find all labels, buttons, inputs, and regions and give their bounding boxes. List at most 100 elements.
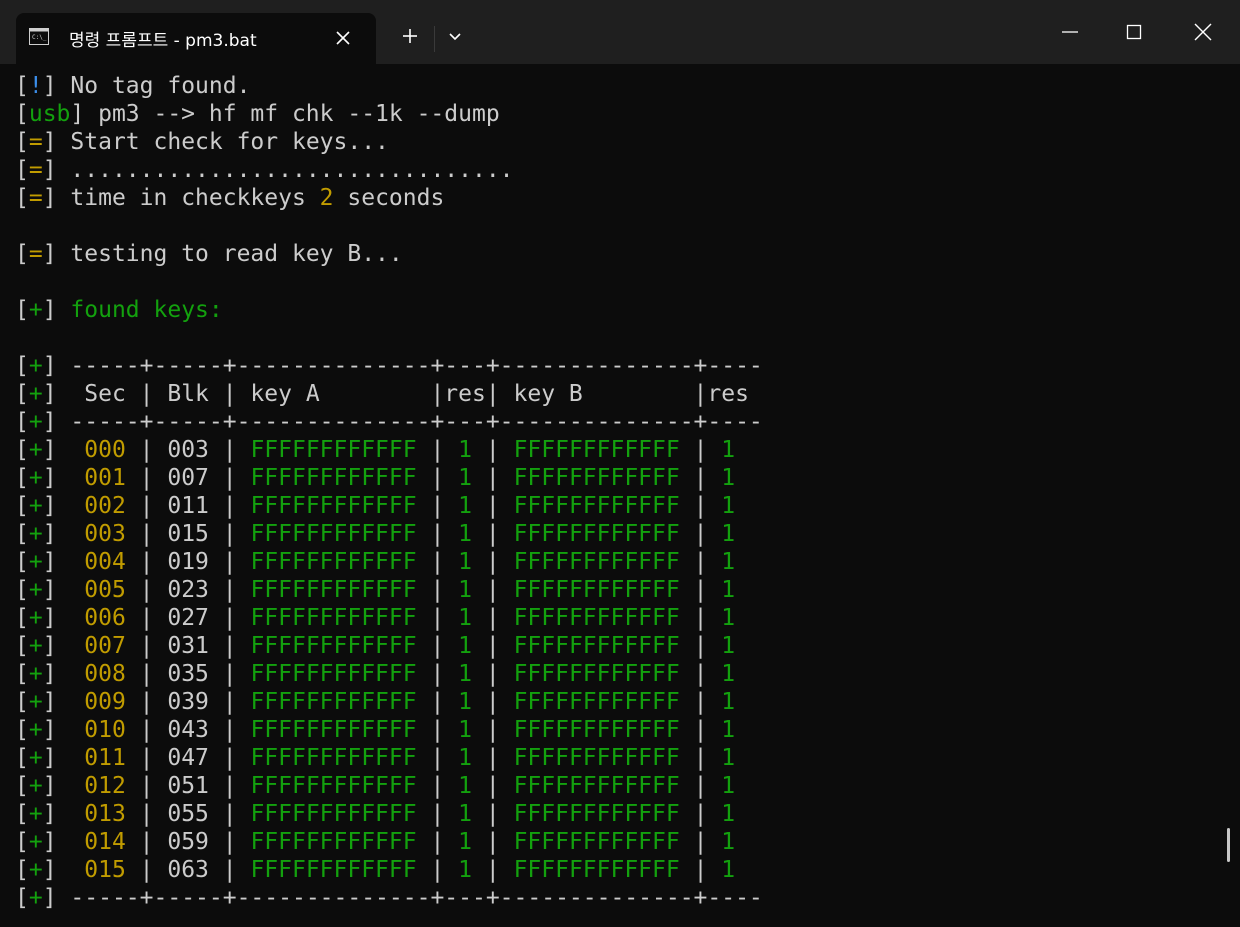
terminal-segment: FFFFFFFFFFFF	[513, 745, 680, 771]
terminal-segment: FFFFFFFFFFFF	[513, 549, 680, 575]
terminal-segment: |	[472, 437, 514, 463]
terminal-segment: |	[416, 857, 459, 883]
terminal-segment: 011	[84, 745, 126, 771]
terminal-segment: ] Start check for keys...	[42, 129, 389, 155]
close-icon[interactable]	[332, 27, 354, 49]
terminal-segment: FFFFFFFFFFFF	[250, 801, 417, 827]
maximize-icon[interactable]	[1120, 18, 1148, 46]
terminal-segment: |	[416, 633, 459, 659]
terminal-segment: FFFFFFFFFFFF	[250, 605, 417, 631]
terminal-segment: +	[28, 605, 43, 631]
chevron-down-icon[interactable]	[443, 24, 467, 48]
terminal-segment: FFFFFFFFFFFF	[513, 857, 680, 883]
terminal-segment: [	[15, 297, 29, 323]
terminal-segment: ]	[42, 717, 85, 743]
terminal-line: [+] 007 | 031 | FFFFFFFFFFFF | 1 | FFFFF…	[15, 632, 1215, 660]
terminal-segment: | 055 |	[125, 801, 251, 827]
terminal-segment: 1	[721, 521, 736, 547]
tab-command-prompt[interactable]: C:\_ 명령 프롬프트 - pm3.bat	[16, 13, 376, 64]
terminal-segment: |	[679, 633, 722, 659]
terminal-segment: |	[416, 661, 459, 687]
terminal-segment: |	[679, 493, 722, 519]
terminal-segment: 2	[319, 185, 334, 211]
terminal-segment: [	[15, 493, 29, 519]
terminal-segment: [	[15, 633, 29, 659]
terminal-line: [!] No tag found.	[15, 72, 1215, 100]
terminal-segment: 1	[458, 773, 473, 799]
minimize-icon[interactable]	[1056, 18, 1084, 46]
terminal-output[interactable]: [!] No tag found. [usb] pm3 --> hf mf chk…	[15, 72, 1215, 927]
terminal-segment: FFFFFFFFFFFF	[513, 521, 680, 547]
new-tab-button[interactable]	[398, 24, 422, 48]
terminal-segment: FFFFFFFFFFFF	[513, 801, 680, 827]
close-window-icon[interactable]	[1189, 18, 1217, 46]
terminal-segment: +	[28, 493, 43, 519]
terminal-segment: +	[28, 829, 43, 855]
terminal-segment: FFFFFFFFFFFF	[513, 493, 680, 519]
terminal-segment: |	[416, 605, 459, 631]
terminal-segment: ] testing to read key B...	[42, 241, 403, 267]
terminal-segment: [	[15, 801, 29, 827]
terminal-segment: [	[15, 101, 29, 127]
terminal-segment: +	[28, 717, 43, 743]
terminal-segment: |	[472, 521, 514, 547]
terminal-segment: 1	[721, 745, 736, 771]
terminal-segment: |	[416, 829, 459, 855]
terminal-segment: [	[15, 241, 29, 267]
terminal-segment: |	[472, 661, 514, 687]
terminal-segment: |	[416, 437, 459, 463]
terminal-segment: =	[28, 129, 43, 155]
terminal-segment: 010	[84, 717, 126, 743]
terminal-segment: 001	[84, 465, 126, 491]
title-bar[interactable]: C:\_ 명령 프롬프트 - pm3.bat	[0, 0, 1240, 64]
terminal-window: C:\_ 명령 프롬프트 - pm3.bat [!] No tag found.…	[0, 0, 1240, 927]
terminal-line: [+] Sec | Blk | key A |res| key B |res	[15, 380, 1215, 408]
terminal-line: [=] Start check for keys...	[15, 128, 1215, 156]
terminal-segment: | 039 |	[125, 689, 251, 715]
terminal-segment: FFFFFFFFFFFF	[250, 773, 417, 799]
terminal-segment: ] No tag found.	[42, 73, 251, 99]
terminal-segment: [	[15, 353, 29, 379]
terminal-segment: +	[28, 857, 43, 883]
terminal-segment: 1	[458, 661, 473, 687]
terminal-segment: found keys:	[70, 297, 223, 323]
terminal-segment: 013	[84, 801, 126, 827]
terminal-line: [+] found keys:	[15, 296, 1215, 324]
terminal-line: [=] ................................	[15, 156, 1215, 184]
terminal-segment: ] ................................	[42, 157, 514, 183]
terminal-segment: |	[679, 689, 722, 715]
terminal-segment: +	[28, 633, 43, 659]
terminal-segment: |	[472, 605, 514, 631]
terminal-segment: FFFFFFFFFFFF	[513, 661, 680, 687]
terminal-segment: [	[15, 605, 29, 631]
terminal-segment: | 003 |	[125, 437, 251, 463]
terminal-segment: [	[15, 857, 29, 883]
terminal-segment: 002	[84, 493, 126, 519]
terminal-segment: 009	[84, 689, 126, 715]
terminal-segment: |	[472, 801, 514, 827]
terminal-segment: 012	[84, 773, 126, 799]
terminal-segment: FFFFFFFFFFFF	[513, 633, 680, 659]
terminal-segment: | 027 |	[125, 605, 251, 631]
terminal-segment: +	[28, 521, 43, 547]
terminal-segment: |	[472, 829, 514, 855]
terminal-segment: [	[15, 885, 29, 911]
terminal-segment: 1	[721, 633, 736, 659]
terminal-segment: 1	[458, 745, 473, 771]
terminal-segment: 1	[721, 661, 736, 687]
scrollbar-thumb[interactable]	[1227, 828, 1230, 862]
terminal-icon: C:\_	[29, 28, 49, 45]
terminal-segment: |	[416, 801, 459, 827]
terminal-segment: | 007 |	[125, 465, 251, 491]
terminal-line: [+] -----+-----+--------------+---+-----…	[15, 408, 1215, 436]
terminal-segment: |	[416, 465, 459, 491]
terminal-segment: 1	[721, 857, 736, 883]
terminal-segment: =	[28, 157, 43, 183]
terminal-segment: ]	[42, 549, 85, 575]
terminal-segment: 1	[458, 493, 473, 519]
terminal-segment: [	[15, 465, 29, 491]
terminal-segment: |	[472, 717, 514, 743]
terminal-segment: ]	[42, 661, 85, 687]
